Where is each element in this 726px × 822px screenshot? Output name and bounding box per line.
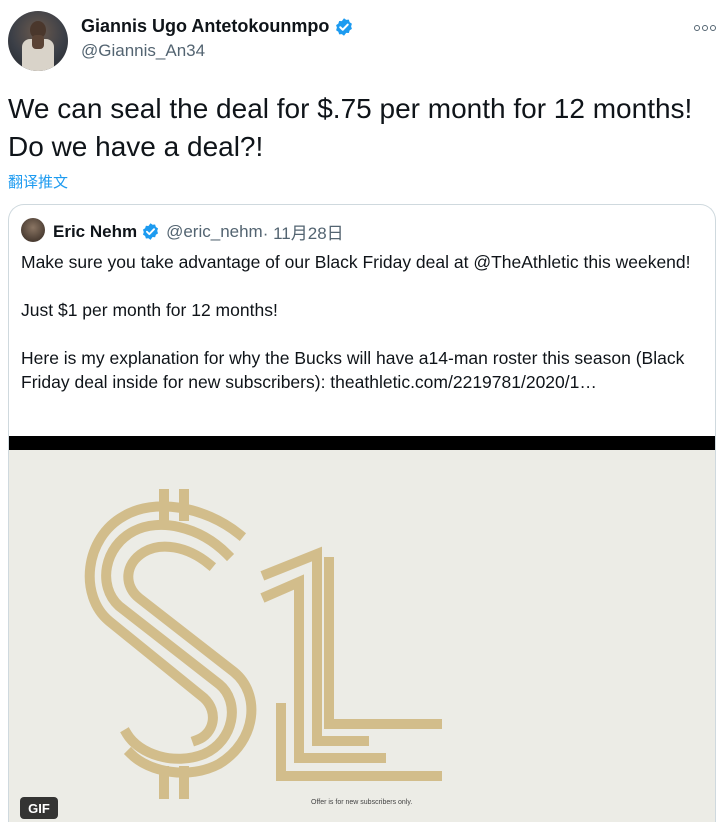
translate-tweet-link[interactable]: 翻译推文 [8,171,68,192]
more-dot [710,25,716,31]
gif-media[interactable]: GIF Offer is for new subscribers only. [9,436,715,822]
quoted-paragraph: Make sure you take advantage of our Blac… [21,252,691,272]
quoted-header: Eric Nehm @eric_nehm · 11月28日 [53,219,344,244]
more-dot [702,25,708,31]
quoted-tweet[interactable]: Eric Nehm @eric_nehm · 11月28日 Make sure … [8,204,716,822]
gif-badge: GIF [20,797,58,819]
author-name[interactable]: Giannis Ugo Antetokounmpo [81,16,329,37]
quoted-author-name[interactable]: Eric Nehm [53,222,137,242]
tweet-text: We can seal the deal for $.75 per month … [8,93,693,162]
verified-badge-icon [336,17,353,36]
quoted-date: · 11月28日 [262,224,344,243]
avatar-hands [32,35,44,49]
quoted-author-avatar[interactable] [21,218,45,242]
verified-badge-icon [143,223,159,240]
quoted-paragraph: Here is my explanation for why the Bucks… [21,348,685,392]
more-options-icon[interactable] [694,20,716,36]
quoted-text: Make sure you take advantage of our Blac… [21,250,705,418]
author-avatar[interactable] [8,11,68,71]
offer-disclaimer: Offer is for new subscribers only. [311,799,413,806]
quoted-author-handle[interactable]: @eric_nehm [166,222,263,242]
dollar-one-graphic [84,489,442,799]
more-dot [694,25,700,31]
author-name-row[interactable]: Giannis Ugo Antetokounmpo [81,16,354,37]
one-outline-stroke [324,557,442,729]
quoted-paragraph: Just $1 per month for 12 months! [21,300,278,320]
author-handle[interactable]: @Giannis_An34 [81,41,205,61]
